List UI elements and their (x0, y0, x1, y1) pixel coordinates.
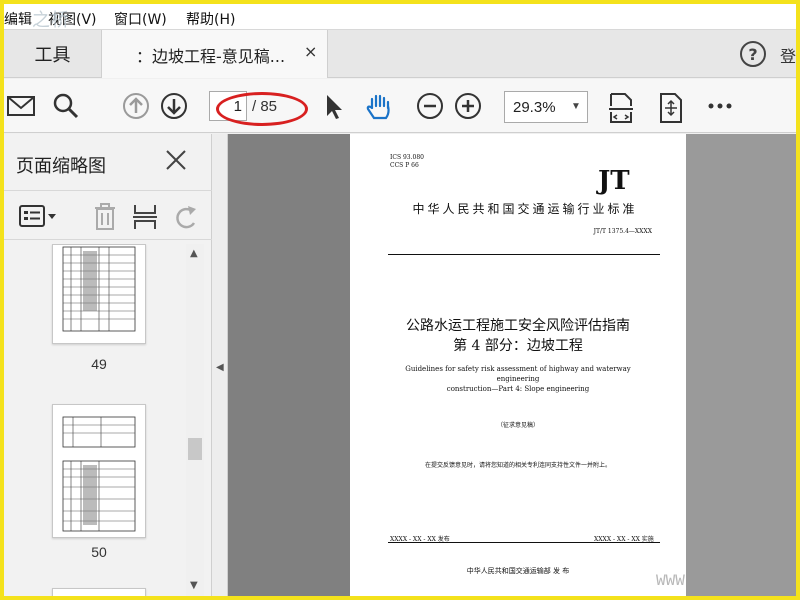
zoom-in-icon[interactable] (454, 92, 482, 120)
patent-notice: 在提交反馈意见时，请将您知道的相关专利连同支持性文件一并附上。 (424, 462, 611, 469)
standard-number: JT/T 1375.4—XXXX (593, 228, 652, 235)
header-rule (388, 254, 660, 255)
tab-tools[interactable]: 工具 (4, 30, 102, 78)
fit-width-icon[interactable] (608, 92, 634, 124)
jt-logo: JT (598, 166, 630, 196)
document-viewport[interactable]: ICS 93.080 CCS P 66 JT 中华人民共和国交通运输行业标准 J… (228, 134, 796, 596)
standard-category-title: 中华人民共和国交通运输行业标准 (412, 202, 638, 216)
document-title-line2: 第 4 部分：边坡工程 (453, 338, 583, 354)
issuing-authority: 中华人民共和国交通运输部 发 布 (466, 567, 570, 575)
english-title-line1: Guidelines for safety risk assessment of… (405, 365, 631, 383)
toolbar: / 85 29.3% ▼ (4, 79, 796, 133)
select-cursor-icon[interactable] (322, 92, 346, 122)
scroll-down-icon[interactable]: ▼ (190, 580, 198, 591)
chevron-down-icon: ▼ (571, 101, 581, 112)
draft-label: （征求意见稿） (496, 422, 539, 429)
panel-toolbar (4, 190, 212, 240)
tab-close-icon[interactable]: × (304, 42, 317, 61)
help-icon[interactable]: ? (740, 41, 766, 67)
thumbnail-options-icon[interactable] (18, 203, 58, 229)
signin-link[interactable]: 登 (780, 43, 796, 67)
thumbnail-list: 49 50 (4, 244, 184, 596)
zoom-out-icon[interactable] (416, 92, 444, 120)
search-icon[interactable] (52, 92, 80, 120)
watermark-top: 之桥 (32, 10, 70, 31)
panel-collapse-handle[interactable]: ◀ (212, 134, 228, 596)
tab-bar: 工具 ：边坡工程-意见稿... × ? 登 (4, 30, 796, 78)
tab-document-title: ：边坡工程-意见稿... (136, 47, 286, 66)
zoom-select[interactable]: 29.3% ▼ (504, 91, 588, 123)
thumbnail-page-50[interactable] (52, 404, 146, 538)
scrollbar-thumb[interactable] (188, 438, 202, 460)
menu-help[interactable]: 帮助(H) (186, 9, 235, 29)
zoom-value: 29.3% (513, 99, 556, 116)
arrow-up-icon[interactable] (122, 92, 150, 120)
app-window: 编辑 视图(V) 窗口(W) 帮助(H) 之桥 工具 ：边坡工程-意见稿... … (4, 4, 796, 596)
arrow-down-icon[interactable] (160, 92, 188, 120)
document-title-line1: 公路水运工程施工安全风险评估指南 (406, 318, 630, 334)
chevron-left-icon: ◀ (216, 362, 224, 373)
english-title: Guidelines for safety risk assessment of… (390, 364, 646, 394)
trash-icon[interactable] (92, 203, 118, 231)
insert-page-icon[interactable] (132, 203, 158, 231)
footer-rule (388, 542, 660, 543)
scroll-up-icon[interactable]: ▲ (190, 248, 198, 259)
hand-icon[interactable] (364, 92, 396, 122)
annotation-ellipse (216, 92, 308, 126)
rotate-icon[interactable] (174, 203, 200, 231)
thumbnail-scrollbar[interactable]: ▲ ▼ (186, 244, 204, 596)
tab-document[interactable]: ：边坡工程-意见稿... × (102, 30, 328, 78)
ccs-code: CCS P 66 (390, 162, 419, 169)
thumbnail-table-preview (62, 416, 136, 532)
english-title-line2: construction—Part 4: Slope engineering (446, 385, 590, 393)
panel-close-icon[interactable] (164, 148, 188, 172)
document-gutter (686, 134, 796, 596)
watermark-bottom: WWW (656, 572, 685, 590)
menu-edit[interactable]: 编辑 (4, 9, 32, 29)
document-title: 公路水运工程施工安全风险评估指南 第 4 部分：边坡工程 (370, 316, 666, 356)
thumbnail-panel: 页面缩略图 49 50 ▲ ▼ (4, 134, 212, 596)
thumbnail-table-preview (62, 246, 136, 332)
document-page: ICS 93.080 CCS P 66 JT 中华人民共和国交通运输行业标准 J… (350, 134, 686, 596)
thumbnail-page-49[interactable] (52, 244, 146, 344)
menu-bar: 编辑 视图(V) 窗口(W) 帮助(H) 之桥 (4, 4, 796, 31)
thumbnail-page-51[interactable] (52, 588, 146, 596)
thumbnail-label-50: 50 (91, 544, 107, 560)
mail-icon[interactable] (6, 92, 36, 120)
ics-code: ICS 93.080 (390, 154, 424, 161)
more-icon[interactable] (706, 92, 734, 120)
panel-title: 页面缩略图 (16, 156, 106, 177)
thumbnail-label-49: 49 (91, 356, 107, 372)
fit-page-icon[interactable] (658, 92, 684, 124)
menu-window[interactable]: 窗口(W) (114, 9, 167, 29)
